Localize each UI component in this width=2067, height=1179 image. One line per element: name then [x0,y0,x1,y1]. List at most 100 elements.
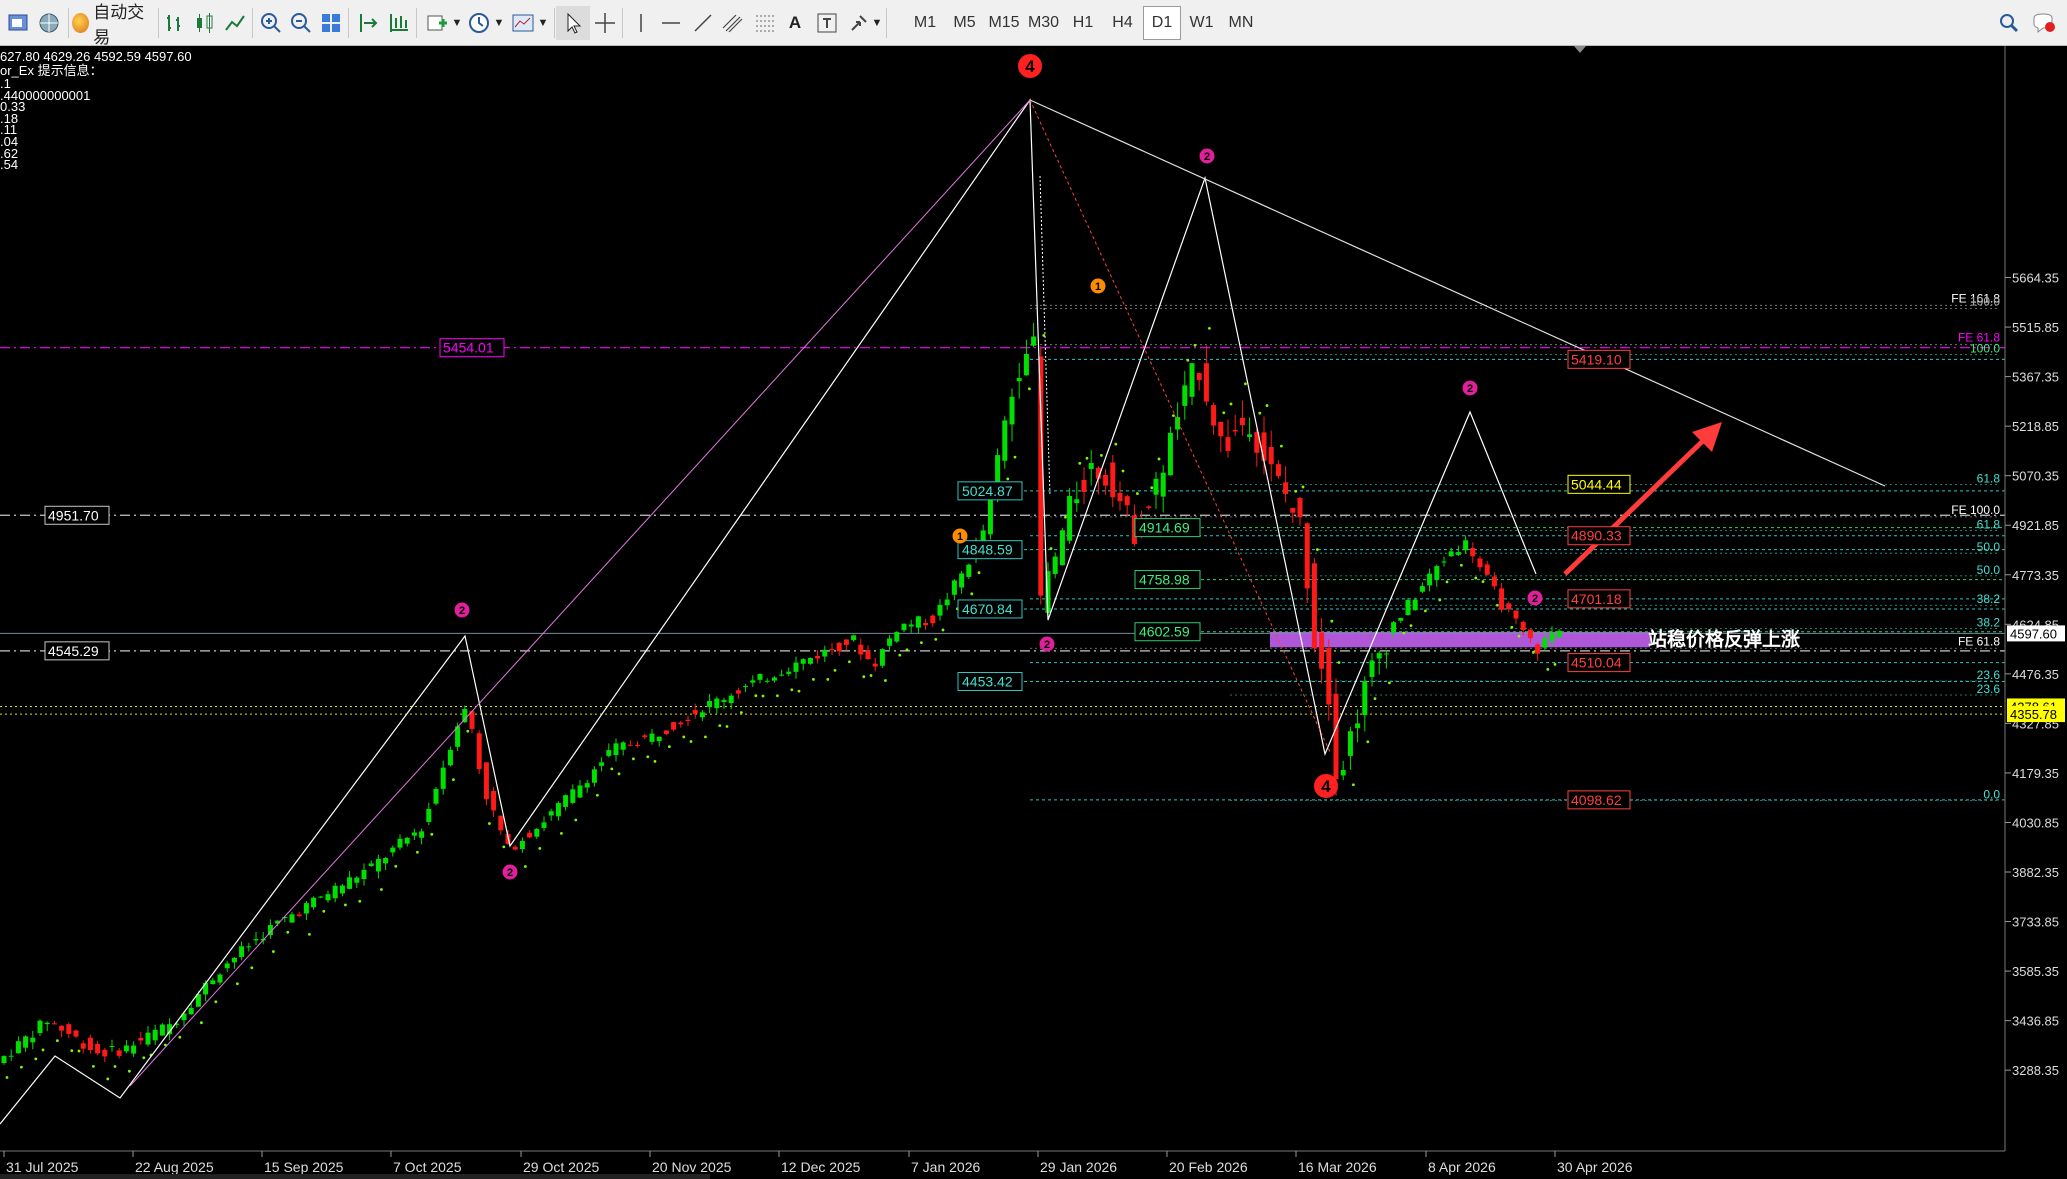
candle-body [1002,420,1008,461]
psar-dot [286,930,290,934]
candle-body [1059,530,1065,566]
time-tick-label: 20 Nov 2025 [652,1159,732,1175]
price-tick-label: 3882.35 [2012,865,2059,880]
chevron-down-icon[interactable]: ▼ [492,6,506,40]
candle-body [37,1020,43,1033]
candle-body [1268,447,1274,465]
chevron-down-icon[interactable]: ▼ [870,6,884,40]
auto-trade-button[interactable]: 自动交易 [72,3,152,47]
fib-label: 4890.33 [1571,528,1622,544]
price-chart[interactable]: 5454.01 4951.70 4545.29 5024.87 4848.59 4670.… [0,46,2067,1179]
candlestick-icon[interactable] [188,6,222,40]
timeframe-d1[interactable]: D1 [1143,6,1181,40]
zoom-in-icon[interactable] [254,6,288,40]
candle-body [1218,421,1224,437]
candle-body [1103,474,1109,486]
candle-body [671,722,677,730]
timeframe-m5[interactable]: M5 [946,6,984,40]
fib-label: 4453.42 [962,673,1013,689]
auto-trade-label: 自动交易 [93,3,145,47]
price-tick-label: 5218.85 [2012,419,2059,434]
vertical-line-icon[interactable] [624,6,658,40]
psar-dot [812,678,815,681]
candle-body [541,822,547,828]
psar-dot [106,1077,110,1081]
fibonacci-icon[interactable] [748,6,782,40]
notifications-icon[interactable] [2026,6,2060,40]
candle-body [627,744,633,746]
timeframe-w1[interactable]: W1 [1183,6,1221,40]
timeframe-m1[interactable]: M1 [906,6,944,40]
candle-body [663,730,669,734]
candle-body [894,632,900,642]
candle-body [159,1024,165,1036]
psar-dot [236,982,239,986]
candle-body [707,701,713,707]
timeframe-mn[interactable]: MN [1222,6,1260,40]
auto-trade-icon [72,13,90,33]
text-tool-icon[interactable]: A [778,6,812,40]
psar-dot [977,571,981,575]
candle-body [1088,463,1094,469]
candle-body [563,795,569,807]
psar-dot [452,778,455,782]
psar-dot [934,637,938,641]
new-chart-icon[interactable] [2,6,36,40]
candle-body [959,573,965,588]
candle-body [1455,552,1461,555]
zoom-out-icon[interactable] [284,6,318,40]
channel-icon[interactable] [716,6,750,40]
template-icon[interactable] [506,6,540,40]
candle-body [786,671,792,674]
candle-body [980,530,986,542]
candle-body [728,695,734,704]
globe-icon[interactable] [32,6,66,40]
timeframe-h4[interactable]: H4 [1104,6,1142,40]
psar-dot [704,735,707,739]
chevron-down-icon[interactable]: ▼ [536,6,550,40]
text-label-icon[interactable] [810,6,844,40]
candle-body [721,700,727,702]
line-chart-icon[interactable] [218,6,252,40]
candle-body [591,769,597,783]
candle-body [44,1022,50,1025]
clock-icon[interactable] [462,6,496,40]
trendline-icon[interactable] [686,6,720,40]
psar-dot [1496,603,1499,607]
add-indicator-icon[interactable] [420,6,454,40]
candle-body [1023,353,1029,376]
candle-body [8,1055,14,1057]
cursor-icon[interactable] [556,6,590,40]
indicator-value: .54 [0,157,19,173]
timeframe-m15[interactable]: M15 [985,6,1023,40]
crosshair-icon[interactable] [588,6,622,40]
candle-body [1081,480,1087,492]
chart-shift-icon[interactable] [352,6,386,40]
autoscroll-icon[interactable] [382,6,416,40]
psar-dot [970,592,974,596]
candle-body [325,894,331,901]
candle-body [138,1037,144,1041]
timeframe-m30[interactable]: M30 [1025,6,1063,40]
candle-body [1052,556,1058,574]
psar-dot [488,822,491,825]
timeframe-h1[interactable]: H1 [1064,6,1102,40]
candle-body [1556,630,1562,638]
candle-body [203,982,209,995]
bar-chart-icon[interactable] [158,6,192,40]
tile-windows-icon[interactable] [314,6,348,40]
wave-label-text: 2 [1044,639,1050,651]
psar-dot [1085,456,1089,460]
search-icon[interactable] [1992,6,2026,40]
horizontal-line-icon[interactable] [654,6,688,40]
candle-body [800,659,806,664]
candle-body [447,749,453,766]
candle-body [1153,478,1159,495]
candle-body [231,957,237,963]
psar-dot [250,966,254,970]
candle-body [1549,632,1555,641]
candle-body [311,897,317,908]
time-tick-label: 31 Jul 2025 [6,1159,79,1175]
candle-body [1182,385,1188,406]
candle-body [1520,621,1526,631]
